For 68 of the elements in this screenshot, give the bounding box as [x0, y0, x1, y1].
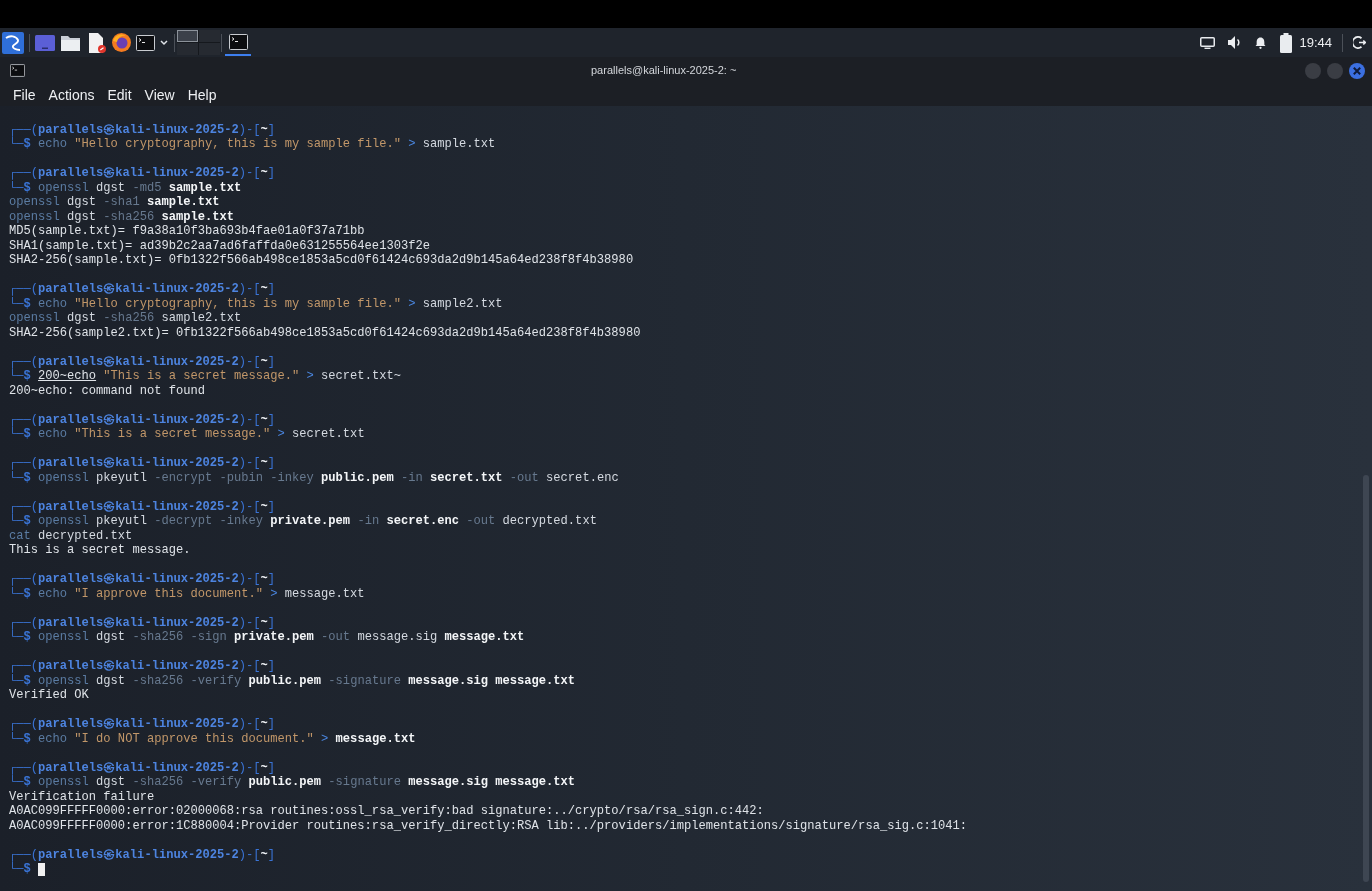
battery-icon[interactable] — [1280, 32, 1293, 53]
command-line: └─$ openssl dgst -sha256 -sign private.pem -out message.sig message.txt — [9, 630, 525, 645]
command-line: └─$ openssl dgst -md5 sample.txt — [9, 180, 242, 196]
output-line: SHA2-256(sample2.txt)= 0fb1322f566ab498ce1853a5cd0f61424c693da2d9b145a64ed238f8f4b38980 — [9, 325, 641, 341]
output-line: openssl dgst -sha256 sample.txt — [9, 209, 234, 225]
menu-item[interactable]: Help — [187, 88, 217, 102]
output-line: MD5(sample.txt)= f9a38a10f3ba693b4fae01a0f37a71bb — [9, 224, 365, 239]
command-line: └─$ openssl dgst -sha256 -verify public.pem -signature message.sig message.txt — [9, 775, 576, 790]
output-line: cat decrypted.txt — [9, 528, 133, 544]
close-button[interactable] — [1349, 62, 1365, 79]
output-line: 200~echo: command not found — [9, 383, 205, 399]
prompt-line: ┌──(parallels㉿kali-linux-2025-2)-[~] — [9, 282, 276, 297]
prompt-line: ┌──(parallels㉿kali-linux-2025-2)-[~] — [9, 760, 276, 776]
workspace-pager[interactable] — [177, 30, 220, 55]
prompt-line: ┌──(parallels㉿kali-linux-2025-2)-[~] — [9, 572, 276, 587]
document-icon[interactable] — [88, 32, 106, 53]
command-line: └─$ echo "Hello cryptography, this is my sample file." > sample2.txt — [9, 296, 503, 312]
close-icon — [1353, 66, 1361, 75]
menu-item[interactable]: Actions — [48, 88, 95, 102]
prompt-line: ┌──(parallels㉿kali-linux-2025-2)-[~] — [9, 615, 276, 631]
output-line: A0AC099FFFFF0000:error:1C880004:Provider routines:rsa_verify_directly:RSA lib:../providers/implementations/signature/rsa_sig.c:1041: — [9, 818, 967, 834]
menu-item[interactable]: File — [13, 88, 36, 102]
workspace-cell[interactable] — [177, 30, 198, 42]
command-line: └─$ 200~echo "This is a secret message." > secret.txt~ — [9, 369, 401, 384]
show-desktop-icon[interactable] — [35, 34, 55, 51]
bell-icon[interactable] — [1255, 36, 1267, 49]
clock: 19:44 — [1299, 33, 1332, 52]
command-line: └─$ echo "I do NOT approve this document." > message.txt — [9, 731, 416, 747]
globe-icon[interactable] — [112, 33, 131, 52]
prompt-line: ┌──(parallels㉿kali-linux-2025-2)-[~] — [9, 412, 276, 428]
output-line: openssl dgst -sha256 sample2.txt — [9, 311, 242, 326]
command-line: └─$ echo "Hello cryptography, this is my sample file." > sample.txt — [9, 137, 496, 152]
prompt-line: ┌──(parallels㉿kali-linux-2025-2)-[~] — [9, 354, 276, 370]
output-line: Verification failure — [9, 789, 155, 805]
output-line: This is a secret message. — [9, 543, 191, 558]
speaker-icon[interactable] — [1228, 36, 1243, 49]
command-line: └─$ openssl dgst -sha256 -verify public.pem -signature message.sig message.txt — [9, 673, 576, 689]
launcher-icon[interactable] — [2, 31, 24, 54]
terminal-icon[interactable] — [10, 64, 25, 77]
output-line: SHA2-256(sample.txt)= 0fb1322f566ab498ce1853a5cd0f61424c693da2d9b145a64ed238f8f4b38980 — [9, 253, 634, 268]
terminal-icon[interactable] — [228, 33, 248, 50]
prompt-line: ┌──(parallels㉿kali-linux-2025-2)-[~] — [9, 456, 276, 471]
prompt-line: ┌──(parallels㉿kali-linux-2025-2)-[~] — [9, 499, 276, 515]
command-line: └─$ — [9, 862, 31, 877]
folder-icon[interactable] — [61, 34, 80, 51]
output-line: openssl dgst -sha1 sample.txt — [9, 195, 220, 210]
output-line: Verified OK — [9, 688, 89, 703]
workspace-cell[interactable] — [199, 30, 220, 42]
prompt-line: ┌──(parallels㉿kali-linux-2025-2)-[~] — [9, 122, 276, 138]
prompt-line: ┌──(parallels㉿kali-linux-2025-2)-[~] — [9, 847, 276, 863]
command-line: └─$ openssl pkeyutl -encrypt -pubin -inkey public.pem -in secret.txt -out secret.enc — [9, 470, 619, 486]
workspace-cell[interactable] — [199, 43, 220, 55]
command-line: └─$ echo "This is a secret message." > secret.txt — [9, 427, 365, 442]
command-line: └─$ echo "I approve this document." > message.txt — [9, 586, 365, 602]
prompt-line: ┌──(parallels㉿kali-linux-2025-2)-[~] — [9, 717, 276, 732]
menu-item[interactable]: View — [144, 88, 175, 102]
prompt-line: ┌──(parallels㉿kali-linux-2025-2)-[~] — [9, 659, 276, 674]
prompt-line: ┌──(parallels㉿kali-linux-2025-2)-[~] — [9, 166, 276, 181]
terminal-icon[interactable] — [136, 34, 155, 51]
command-line: └─$ openssl pkeyutl -decrypt -inkey private.pem -in secret.enc -out decrypted.txt — [9, 514, 597, 529]
output-line: SHA1(sample.txt)= ad39b2c2aa7ad6faffda0e631255564ee1303f2e — [9, 238, 430, 254]
workspace-cell[interactable] — [177, 43, 198, 55]
monitor-icon[interactable] — [1200, 36, 1216, 49]
chevron-down-icon[interactable] — [160, 39, 168, 46]
menu-item[interactable]: Edit — [107, 88, 132, 102]
window-title: parallels@kali-linux-2025-2: ~ — [591, 63, 737, 79]
logout-icon[interactable] — [1353, 36, 1366, 49]
output-line: A0AC099FFFFF0000:error:02000068:rsa routines:ossl_rsa_verify:bad signature:../crypto/rsa/rsa_sign.c:442: — [9, 804, 764, 819]
